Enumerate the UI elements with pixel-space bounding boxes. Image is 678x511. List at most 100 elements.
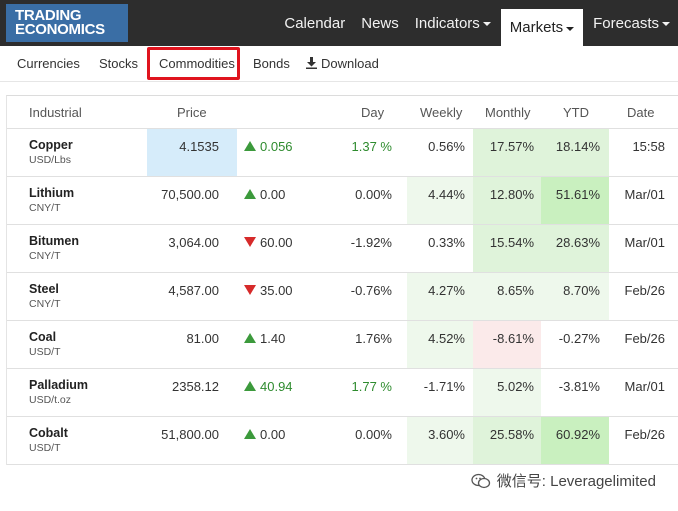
nav-markets[interactable]: Markets bbox=[500, 9, 584, 46]
last-update-date: Feb/26 bbox=[624, 283, 665, 298]
change-value: 0.00 bbox=[244, 187, 285, 202]
subnav-currencies[interactable]: Currencies bbox=[17, 56, 80, 71]
price-value: 2358.12 bbox=[172, 379, 219, 394]
weekly-change: 0.33% bbox=[428, 235, 465, 250]
header-monthly[interactable]: Monthly bbox=[485, 105, 531, 120]
commodities-highlight-box bbox=[147, 47, 240, 80]
nav-label: Indicators bbox=[414, 14, 480, 32]
table-row[interactable]: Steel CNY/T 4,587.00 35.00 -0.76% 4.27% 8.65% 8… bbox=[7, 273, 678, 321]
change-value: 0.00 bbox=[244, 427, 285, 442]
change-amount: 40.94 bbox=[260, 379, 293, 394]
header-date[interactable]: Date bbox=[627, 105, 654, 120]
brand-line-2: ECONOMICS bbox=[15, 21, 105, 38]
weekly-change: 4.52% bbox=[428, 331, 465, 346]
table-row[interactable]: Bitumen CNY/T 3,064.00 60.00 -1.92% 0.33% 15.5… bbox=[7, 225, 678, 273]
change-amount: 0.00 bbox=[260, 427, 286, 442]
day-change: -1.92% bbox=[350, 235, 392, 250]
change-amount: 1.40 bbox=[260, 331, 286, 346]
weekly-change: -1.71% bbox=[423, 379, 465, 394]
markets-subnav: Currencies Stocks Commodities Bonds Down… bbox=[0, 46, 678, 82]
commodity-name[interactable]: Copper bbox=[29, 138, 73, 152]
commodity-unit: CNY/T bbox=[29, 202, 61, 214]
monthly-change: 15.54% bbox=[489, 235, 534, 250]
commodity-name[interactable]: Coal bbox=[29, 330, 56, 344]
nav-indicators[interactable]: Indicators bbox=[407, 0, 499, 46]
change-amount: 0.056 bbox=[260, 139, 293, 154]
commodity-unit: USD/T bbox=[29, 442, 61, 454]
commodities-table: Industrial Price Day Weekly Monthly YTD … bbox=[6, 95, 678, 465]
last-update-date: 15:58 bbox=[632, 139, 665, 154]
change-value: 1.40 bbox=[244, 331, 285, 346]
top-navbar: TRADING ECONOMICS Calendar News Indicators… bbox=[0, 0, 678, 46]
table-row[interactable]: Coal USD/T 81.00 1.40 1.76% 4.52% -8.61% -0.27%… bbox=[7, 321, 678, 369]
weekly-change: 3.60% bbox=[428, 427, 465, 442]
last-update-date: Mar/01 bbox=[624, 187, 665, 202]
table-row[interactable]: Copper USD/Lbs 4.1535 0.056 1.37 % 0.56% 17.57… bbox=[7, 129, 678, 177]
day-change: 1.76% bbox=[355, 331, 392, 346]
commodity-name[interactable]: Palladium bbox=[29, 378, 88, 392]
arrow-down-icon bbox=[244, 237, 256, 247]
table-header: Industrial Price Day Weekly Monthly YTD … bbox=[7, 96, 678, 129]
ytd-change: -3.81% bbox=[558, 379, 600, 394]
arrow-up-icon bbox=[244, 333, 256, 343]
caret-down-icon bbox=[566, 26, 575, 31]
last-update-date: Feb/26 bbox=[624, 427, 665, 442]
watermark-text: 微信号: Leveragelimited bbox=[496, 473, 656, 490]
weekly-change: 0.56% bbox=[428, 139, 465, 154]
header-ytd[interactable]: YTD bbox=[563, 105, 589, 120]
header-weekly[interactable]: Weekly bbox=[420, 105, 462, 120]
arrow-down-icon bbox=[244, 285, 256, 295]
nav-forecasts[interactable]: Forecasts bbox=[585, 0, 678, 46]
download-label: Download bbox=[321, 56, 379, 71]
monthly-change: 12.80% bbox=[489, 187, 534, 202]
price-value: 3,064.00 bbox=[168, 235, 219, 250]
ytd-change: 18.14% bbox=[555, 139, 600, 154]
header-industrial[interactable]: Industrial bbox=[29, 105, 82, 120]
price-value: 4.1535 bbox=[179, 139, 219, 154]
day-change: -0.76% bbox=[350, 283, 392, 298]
brand-logo[interactable]: TRADING ECONOMICS bbox=[6, 4, 128, 42]
wechat-watermark: 微信号: Leveragelimited bbox=[471, 470, 656, 491]
change-value: 0.056 bbox=[244, 139, 293, 154]
price-value: 4,587.00 bbox=[168, 283, 219, 298]
nav-label: Forecasts bbox=[593, 14, 659, 32]
commodity-name[interactable]: Cobalt bbox=[29, 426, 68, 440]
change-amount: 0.00 bbox=[260, 187, 286, 202]
commodity-unit: USD/t.oz bbox=[29, 394, 72, 406]
commodity-name[interactable]: Bitumen bbox=[29, 234, 79, 248]
commodity-name[interactable]: Steel bbox=[29, 282, 59, 296]
nav-calendar[interactable]: Calendar bbox=[276, 0, 353, 46]
header-price[interactable]: Price bbox=[177, 105, 207, 120]
price-value: 51,800.00 bbox=[161, 427, 219, 442]
table-row[interactable]: Lithium CNY/T 70,500.00 0.00 0.00% 4.44% 12.80… bbox=[7, 177, 678, 225]
nav-label: Markets bbox=[509, 19, 564, 36]
subnav-bonds[interactable]: Bonds bbox=[253, 56, 290, 71]
caret-down-icon bbox=[482, 22, 491, 26]
day-change: 1.37 % bbox=[351, 139, 392, 154]
wechat-icon bbox=[471, 473, 490, 488]
arrow-up-icon bbox=[244, 189, 256, 199]
table-row[interactable]: Palladium USD/t.oz 2358.12 40.94 1.77 % -1.71… bbox=[7, 369, 678, 417]
nav-news[interactable]: News bbox=[353, 0, 407, 46]
change-amount: 60.00 bbox=[260, 235, 293, 250]
table-row[interactable]: Cobalt USD/T 51,800.00 0.00 0.00% 3.60% 25.58%… bbox=[7, 417, 678, 465]
download-button[interactable]: Download bbox=[306, 56, 379, 71]
price-value: 70,500.00 bbox=[161, 187, 219, 202]
commodity-unit: CNY/T bbox=[29, 298, 61, 310]
ytd-change: 8.70% bbox=[563, 283, 600, 298]
monthly-change: 8.65% bbox=[497, 283, 534, 298]
header-day[interactable]: Day bbox=[361, 105, 384, 120]
nav-label: Calendar bbox=[284, 14, 346, 32]
arrow-up-icon bbox=[244, 381, 256, 391]
last-update-date: Mar/01 bbox=[624, 379, 665, 394]
subnav-stocks[interactable]: Stocks bbox=[99, 56, 138, 71]
monthly-change: -8.61% bbox=[492, 331, 534, 346]
caret-down-icon bbox=[662, 22, 670, 26]
commodity-name[interactable]: Lithium bbox=[29, 186, 74, 200]
last-update-date: Feb/26 bbox=[624, 331, 665, 346]
ytd-change: 60.92% bbox=[555, 427, 600, 442]
arrow-up-icon bbox=[244, 429, 256, 439]
main-nav: Calendar News Indicators Markets Forecasts bbox=[276, 0, 678, 46]
monthly-change: 25.58% bbox=[489, 427, 534, 442]
commodity-unit: USD/T bbox=[29, 346, 61, 358]
